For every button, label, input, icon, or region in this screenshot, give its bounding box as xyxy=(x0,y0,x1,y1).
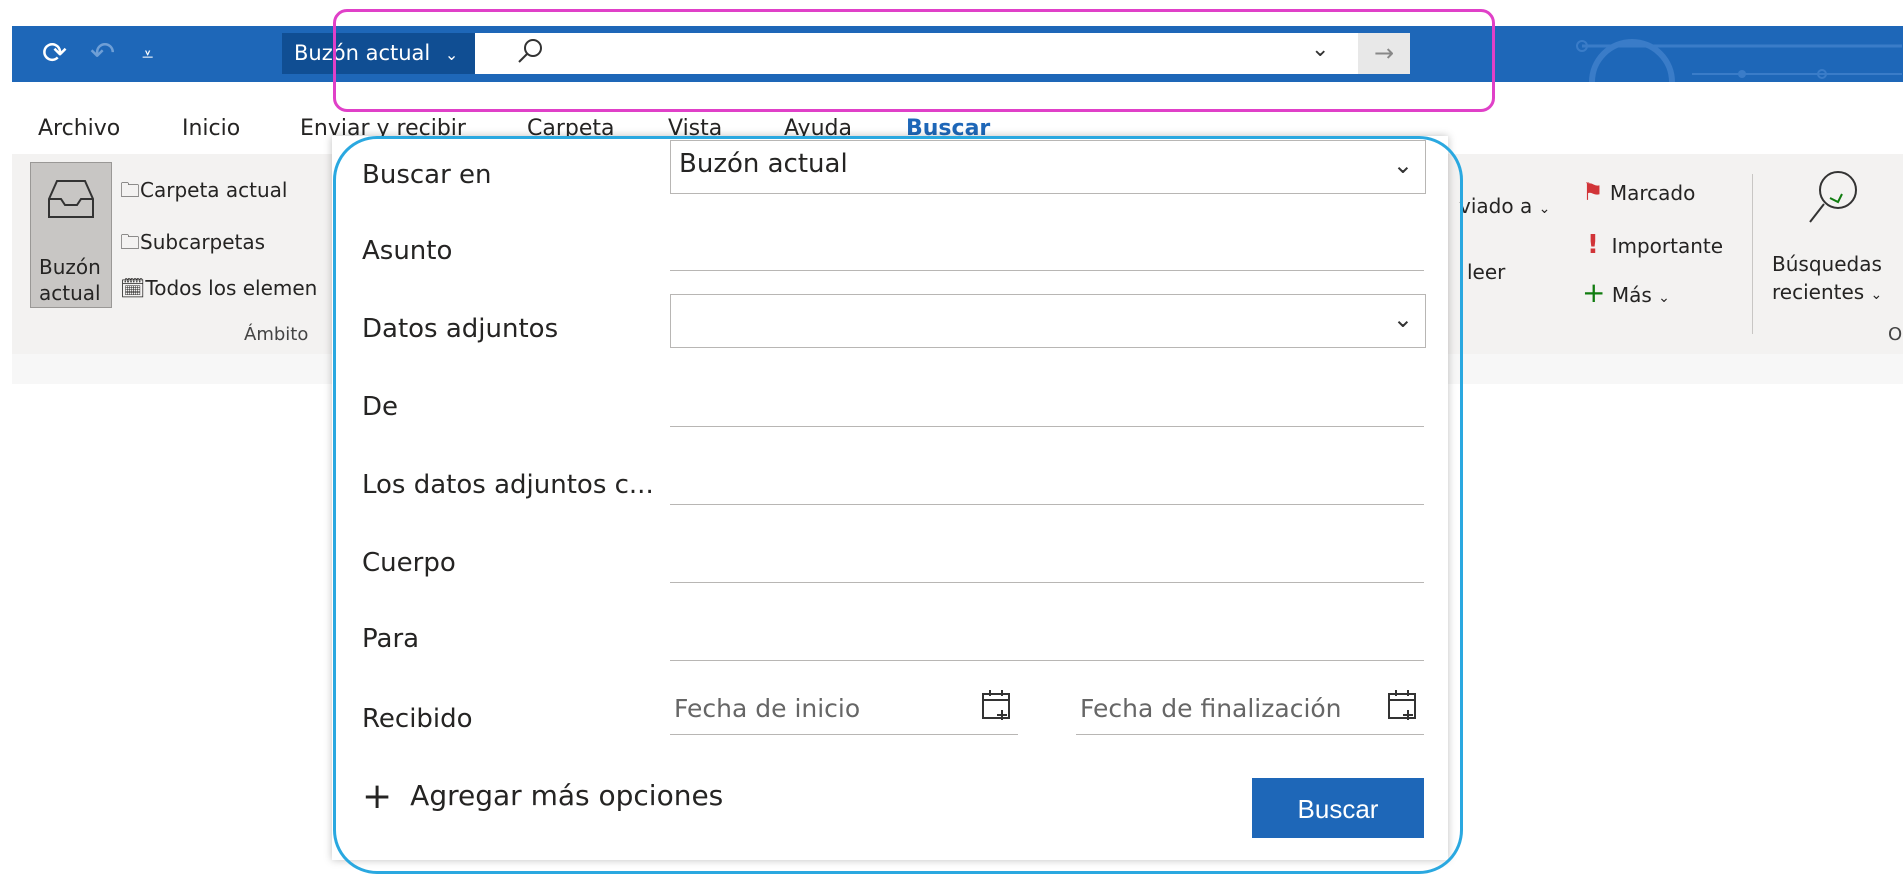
scope-group-label: Ámbito xyxy=(244,324,309,345)
calendar-mail-icon: 🗓 xyxy=(120,276,146,300)
refine-enviado-a[interactable]: viado a ⌄ xyxy=(1459,194,1550,218)
search-bar-highlight xyxy=(333,9,1495,112)
subfolder-icon: 🗀 xyxy=(120,230,140,254)
titlebar-decoration xyxy=(1576,39,1902,82)
flag-icon: ⚑ xyxy=(1582,178,1604,206)
refine-mas[interactable]: + Más ⌄ xyxy=(1582,276,1670,309)
chevron-down-icon: ⌄ xyxy=(1870,287,1883,303)
recent-searches-label-2: recientes ⌄ xyxy=(1772,280,1882,304)
tab-archivo[interactable]: Archivo xyxy=(38,116,120,141)
folder-icon: 🗀 xyxy=(120,178,140,202)
recent-searches-button[interactable]: Búsquedas recientes ⌄ xyxy=(1772,168,1903,318)
exclamation-icon: ! xyxy=(1587,230,1599,260)
recent-searches-text: recientes xyxy=(1772,280,1865,304)
refine-marcado-label: Marcado xyxy=(1609,181,1696,205)
refine-enviado-label: viado a xyxy=(1459,194,1533,218)
scope-buzon-label-1: Buzón xyxy=(39,255,101,279)
scope-subcarpetas-label: Subcarpetas xyxy=(140,230,266,254)
chevron-down-icon: ⌄ xyxy=(1658,290,1670,306)
refine-mas-label: Más xyxy=(1611,283,1652,307)
scope-carpeta-actual[interactable]: 🗀Carpeta actual xyxy=(120,176,287,210)
scope-todos-los-elementos[interactable]: 🗓Todos los elemen xyxy=(120,276,317,300)
undo-icon[interactable]: ↶ xyxy=(90,34,115,74)
plus-icon: + xyxy=(1582,276,1606,309)
refine-leer[interactable]: leer xyxy=(1467,260,1505,284)
scope-buzon-label-2: actual xyxy=(39,281,101,305)
scope-todos-label: Todos los elemen xyxy=(145,276,318,300)
scope-subcarpetas[interactable]: 🗀Subcarpetas xyxy=(120,228,265,262)
quick-access-icon[interactable]: ⩡ xyxy=(142,34,153,74)
refresh-icon[interactable]: ⟳ xyxy=(42,34,67,74)
chevron-down-icon: ⌄ xyxy=(1538,201,1551,217)
options-group-label: Op xyxy=(1888,324,1903,345)
search-panel-highlight xyxy=(333,136,1463,874)
ribbon-divider xyxy=(1752,174,1753,334)
refine-importante-label: Importante xyxy=(1611,234,1724,258)
refine-marcado[interactable]: ⚑ Marcado xyxy=(1582,178,1695,206)
scope-buzon-actual-button[interactable]: Buzón actual xyxy=(30,162,112,308)
inbox-icon xyxy=(48,180,94,218)
recent-search-icon xyxy=(1809,171,1857,223)
scope-carpeta-actual-label: Carpeta actual xyxy=(140,178,288,202)
tab-inicio[interactable]: Inicio xyxy=(182,116,240,141)
recent-searches-label-1: Búsquedas xyxy=(1772,252,1882,276)
refine-importante[interactable]: ! Importante xyxy=(1587,230,1723,260)
